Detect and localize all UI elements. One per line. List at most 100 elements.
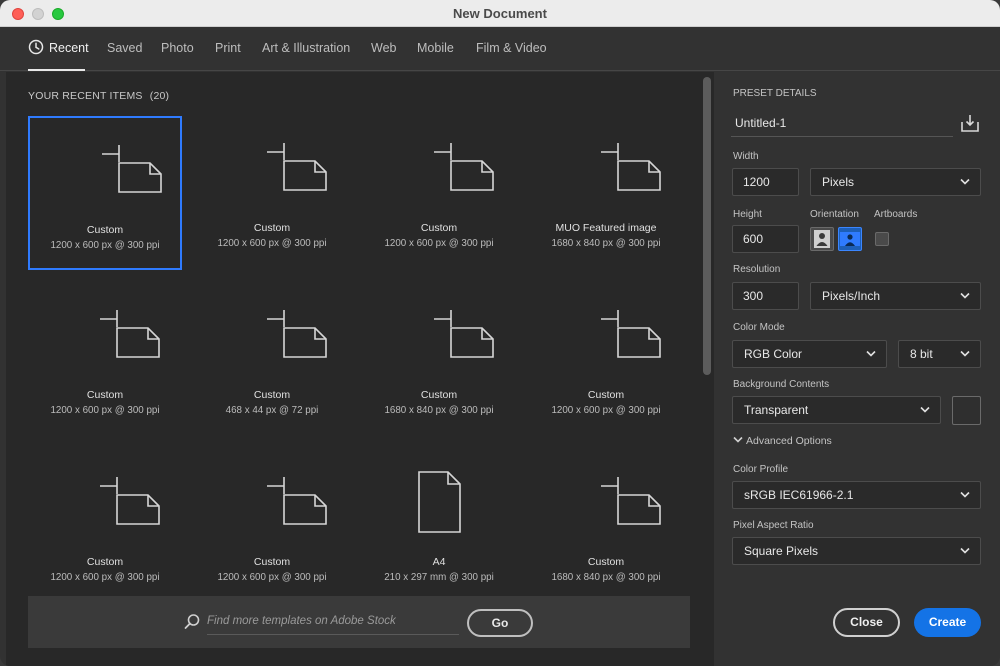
pixel-aspect-ratio-value: Square Pixels: [744, 544, 819, 558]
recent-item-name: Custom: [253, 222, 291, 234]
recent-item-name: Custom: [420, 389, 458, 401]
recent-item-name: Custom: [86, 556, 124, 568]
document-landscape-icon: [267, 143, 327, 191]
recent-item-size: 1680 x 840 px @ 300 ppi: [384, 405, 494, 416]
recent-item-name: Custom: [253, 556, 291, 568]
go-button[interactable]: Go: [467, 609, 533, 637]
recent-item-card[interactable]: Custom 1200 x 600 px @ 300 ppi: [529, 283, 683, 437]
recent-item-card[interactable]: Custom 1680 x 840 px @ 300 ppi: [529, 450, 683, 604]
recent-item-name: Custom: [86, 224, 124, 236]
pixel-aspect-ratio-label: Pixel Aspect Ratio: [733, 520, 814, 531]
bit-depth-dropdown[interactable]: 8 bit: [898, 340, 981, 368]
recent-item-size: 1680 x 840 px @ 300 ppi: [551, 238, 661, 249]
document-landscape-icon: [601, 143, 661, 191]
height-input[interactable]: 600: [732, 225, 799, 253]
recent-item-size: 468 x 44 px @ 72 ppi: [225, 405, 319, 416]
background-contents-value: Transparent: [744, 403, 809, 417]
document-landscape-icon: [601, 477, 661, 525]
landscape-orientation-button[interactable]: [838, 227, 862, 251]
artboards-label: Artboards: [874, 209, 918, 220]
resolution-unit-value: Pixels/Inch: [822, 289, 881, 303]
tab-photo[interactable]: Photo: [161, 41, 194, 55]
chevron-down-icon: [960, 547, 970, 554]
recent-item-card[interactable]: Custom 1200 x 600 px @ 300 ppi: [28, 116, 182, 270]
chevron-down-icon: [960, 491, 970, 498]
recent-item-name: Custom: [587, 556, 625, 568]
recent-items-count: (20): [149, 90, 170, 102]
preset-details-panel: [716, 72, 1000, 666]
tab-web[interactable]: Web: [371, 41, 396, 55]
background-contents-dropdown[interactable]: Transparent: [732, 396, 941, 424]
preset-details-heading: PRESET DETAILS: [733, 88, 817, 99]
chevron-down-icon: [960, 350, 970, 357]
recent-item-name: Custom: [587, 389, 625, 401]
color-mode-dropdown[interactable]: RGB Color: [732, 340, 887, 368]
close-button[interactable]: Close: [833, 608, 900, 637]
recent-item-name: Custom: [420, 222, 458, 234]
document-landscape-icon: [100, 310, 160, 358]
recent-item-card[interactable]: Custom 1200 x 600 px @ 300 ppi: [28, 283, 182, 437]
recent-item-size: 1200 x 600 px @ 300 ppi: [50, 405, 160, 416]
title-bar: New Document: [0, 0, 1000, 27]
color-profile-dropdown[interactable]: sRGB IEC61966-2.1: [732, 481, 981, 509]
background-color-swatch[interactable]: [952, 396, 981, 425]
recent-item-size: 1200 x 600 px @ 300 ppi: [384, 238, 494, 249]
stock-search-input[interactable]: Find more templates on Adobe Stock: [207, 613, 459, 635]
tab-recent[interactable]: Recent: [49, 41, 89, 55]
chevron-down-icon: [960, 178, 970, 185]
width-unit-value: Pixels: [822, 175, 855, 189]
width-input[interactable]: 1200: [732, 168, 799, 196]
orientation-label: Orientation: [810, 209, 859, 220]
recent-item-size: 1200 x 600 px @ 300 ppi: [217, 572, 327, 583]
recent-item-card[interactable]: Custom 1200 x 600 px @ 300 ppi: [195, 450, 349, 604]
recent-item-card[interactable]: Custom 1200 x 600 px @ 300 ppi: [362, 116, 516, 270]
color-mode-label: Color Mode: [733, 322, 785, 333]
portrait-person-icon: [814, 230, 830, 248]
pixel-aspect-ratio-dropdown[interactable]: Square Pixels: [732, 537, 981, 565]
recent-item-name: Custom: [86, 389, 124, 401]
document-name-field[interactable]: Untitled-1: [731, 111, 953, 137]
recent-item-size: 210 x 297 mm @ 300 ppi: [384, 572, 494, 583]
height-label: Height: [733, 209, 762, 220]
tab-saved[interactable]: Saved: [107, 41, 142, 55]
recent-item-card[interactable]: A4 210 x 297 mm @ 300 ppi: [362, 450, 516, 604]
resolution-unit-dropdown[interactable]: Pixels/Inch: [810, 282, 981, 310]
document-landscape-icon: [434, 143, 494, 191]
width-unit-dropdown[interactable]: Pixels: [810, 168, 981, 196]
document-landscape-icon: [601, 310, 661, 358]
recent-item-card[interactable]: Custom 1200 x 600 px @ 300 ppi: [28, 450, 182, 604]
chevron-down-icon: [960, 292, 970, 299]
recent-item-size: 1200 x 600 px @ 300 ppi: [50, 572, 160, 583]
document-landscape-icon: [100, 477, 160, 525]
active-tab-indicator: [28, 69, 85, 71]
document-landscape-icon: [434, 310, 494, 358]
tab-art-illustration[interactable]: Art & Illustration: [262, 41, 350, 55]
recent-item-card[interactable]: Custom 1680 x 840 px @ 300 ppi: [362, 283, 516, 437]
document-landscape-icon: [267, 310, 327, 358]
create-button[interactable]: Create: [914, 608, 981, 637]
tab-mobile[interactable]: Mobile: [417, 41, 454, 55]
recent-items-title: YOUR RECENT ITEMS: [28, 90, 143, 102]
search-icon: [184, 614, 200, 629]
tab-print[interactable]: Print: [215, 41, 241, 55]
save-preset-icon[interactable]: [960, 113, 980, 133]
document-landscape-icon: [267, 477, 327, 525]
color-profile-label: Color Profile: [733, 464, 789, 475]
portrait-orientation-button[interactable]: [810, 227, 834, 251]
recent-item-card[interactable]: Custom 468 x 44 px @ 72 ppi: [195, 283, 349, 437]
recent-item-name: MUO Featured image: [555, 222, 657, 234]
recent-item-card[interactable]: Custom 1200 x 600 px @ 300 ppi: [195, 116, 349, 270]
advanced-options-toggle[interactable]: Advanced Options: [733, 435, 832, 447]
scrollbar-thumb[interactable]: [703, 77, 711, 375]
recent-item-size: 1680 x 840 px @ 300 ppi: [551, 572, 661, 583]
resolution-label: Resolution: [733, 264, 781, 275]
chevron-down-icon: [733, 436, 743, 443]
recent-item-card[interactable]: MUO Featured image 1680 x 840 px @ 300 pp…: [529, 116, 683, 270]
background-contents-label: Background Contents: [733, 379, 830, 390]
window-title: New Document: [453, 6, 547, 21]
recent-item-name: A4: [432, 556, 446, 568]
artboards-checkbox[interactable]: [875, 232, 889, 246]
resolution-input[interactable]: 300: [732, 282, 799, 310]
tab-film-video[interactable]: Film & Video: [476, 41, 547, 55]
document-landscape-icon: [102, 145, 162, 193]
